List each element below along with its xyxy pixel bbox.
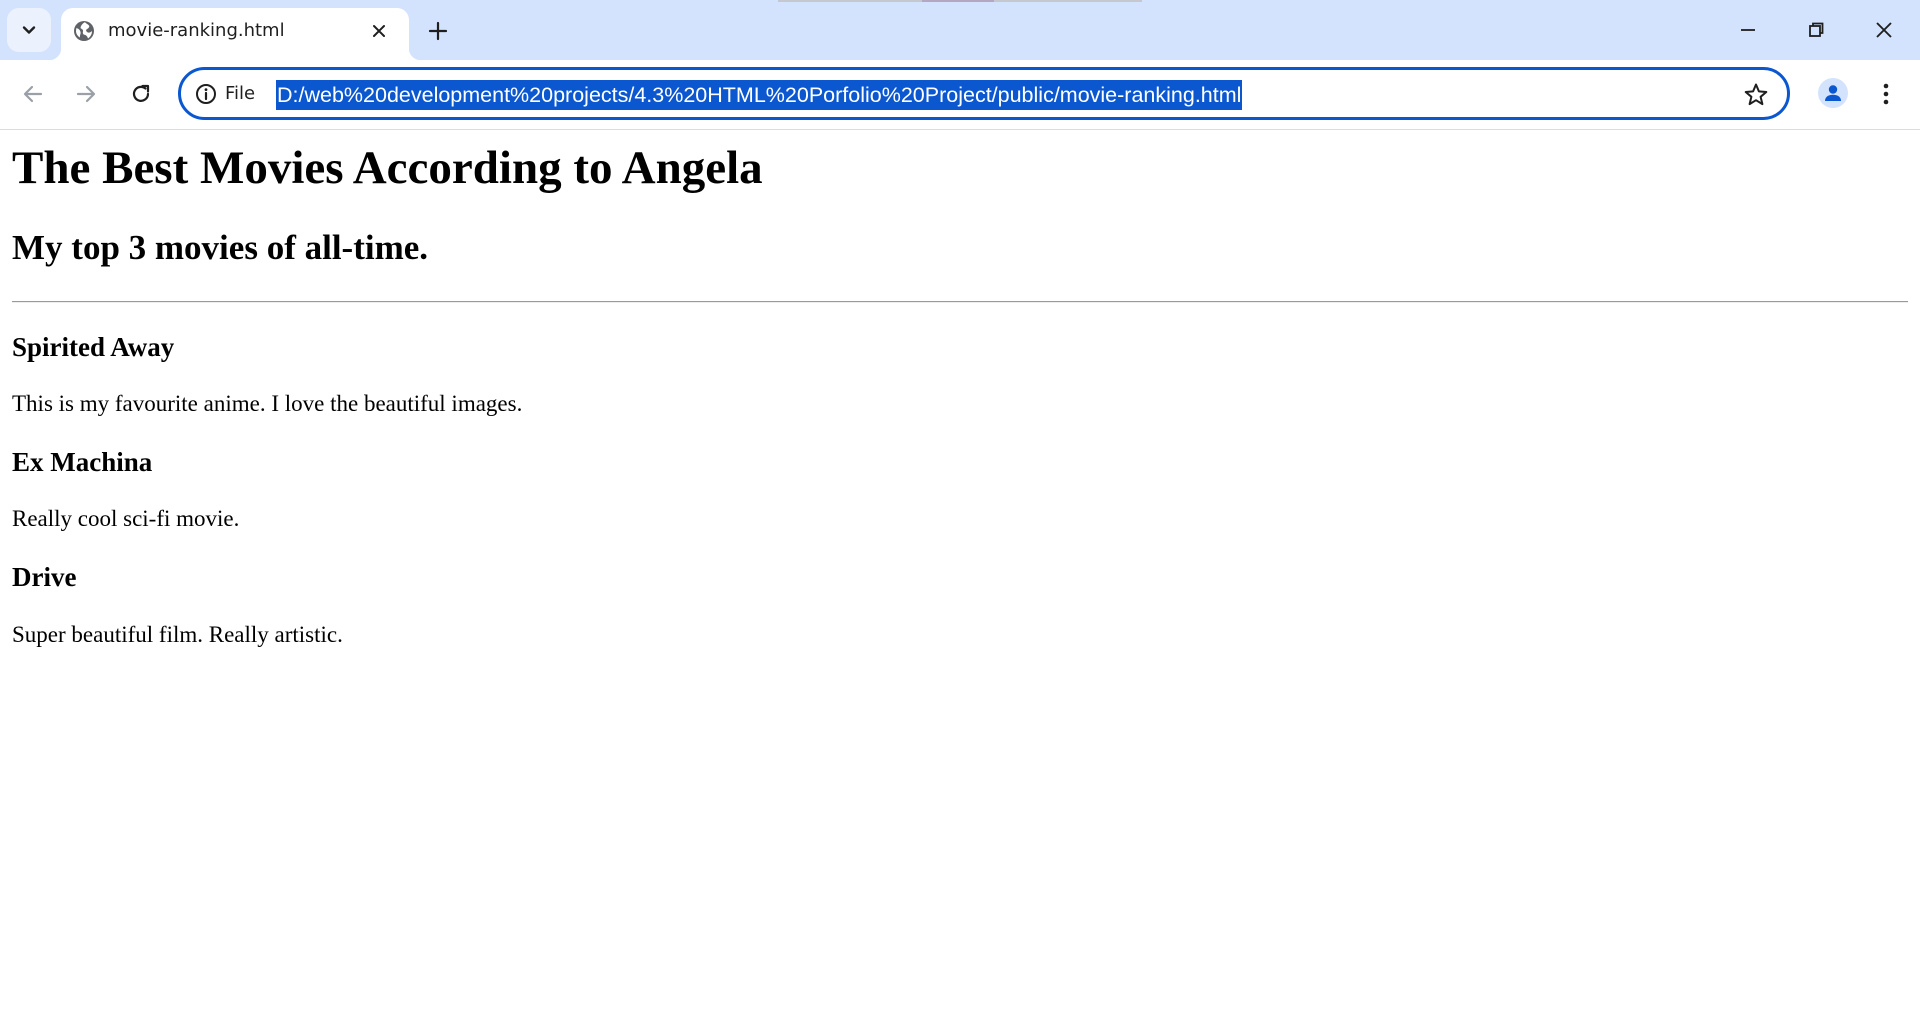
tab-strip-decoration: [922, 0, 994, 2]
page-content: The Best Movies According to Angela My t…: [0, 130, 1920, 1020]
browser-menu-button[interactable]: [1872, 78, 1900, 110]
chevron-down-icon: [22, 26, 36, 34]
close-icon: [373, 25, 385, 37]
tab-search-button[interactable]: [7, 8, 51, 52]
arrow-left-icon: [23, 85, 43, 103]
tab-close-button[interactable]: [367, 19, 391, 43]
info-icon[interactable]: [195, 83, 217, 105]
minimize-icon: [1741, 29, 1755, 31]
plus-icon: [428, 21, 448, 41]
divider: [12, 301, 1908, 303]
close-icon: [1876, 22, 1892, 38]
profile-avatar-button[interactable]: [1818, 78, 1848, 108]
restore-button[interactable]: [1800, 14, 1832, 46]
window-close-button[interactable]: [1868, 14, 1900, 46]
restore-icon: [1809, 22, 1824, 37]
page-title: The Best Movies According to Angela: [12, 142, 763, 194]
tab-strip: movie-ranking.html: [0, 0, 1920, 60]
reload-icon: [132, 84, 150, 102]
address-bar[interactable]: File D:/web%20development%20projects/4.3…: [178, 67, 1790, 120]
new-tab-button[interactable]: [424, 17, 452, 45]
tab-strip-decoration: [778, 0, 922, 2]
minimize-button[interactable]: [1732, 14, 1764, 46]
movie-description: Super beautiful film. Really artistic.: [12, 622, 343, 647]
tab-title: movie-ranking.html: [108, 20, 285, 41]
globe-icon: [74, 21, 94, 41]
movie-title: Drive: [12, 562, 77, 592]
page-subtitle: My top 3 movies of all-time.: [12, 228, 429, 267]
tab-strip-decoration: [994, 0, 1142, 2]
person-icon: [1825, 85, 1841, 101]
back-button[interactable]: [17, 78, 49, 110]
star-icon[interactable]: [1743, 82, 1769, 108]
movie-title: Spirited Away: [12, 332, 175, 362]
site-info-label[interactable]: File: [225, 83, 255, 105]
more-vert-icon: [1883, 83, 1889, 105]
reload-button[interactable]: [125, 78, 157, 110]
movie-title: Ex Machina: [12, 447, 153, 477]
forward-button[interactable]: [70, 78, 102, 110]
movie-description: This is my favourite anime. I love the b…: [12, 391, 523, 416]
arrow-right-icon: [76, 85, 96, 103]
url-text[interactable]: D:/web%20development%20projects/4.3%20HT…: [276, 80, 1243, 110]
tab-active[interactable]: movie-ranking.html: [49, 8, 421, 60]
browser-toolbar: File D:/web%20development%20projects/4.3…: [0, 60, 1920, 130]
movie-description: Really cool sci-fi movie.: [12, 506, 240, 531]
